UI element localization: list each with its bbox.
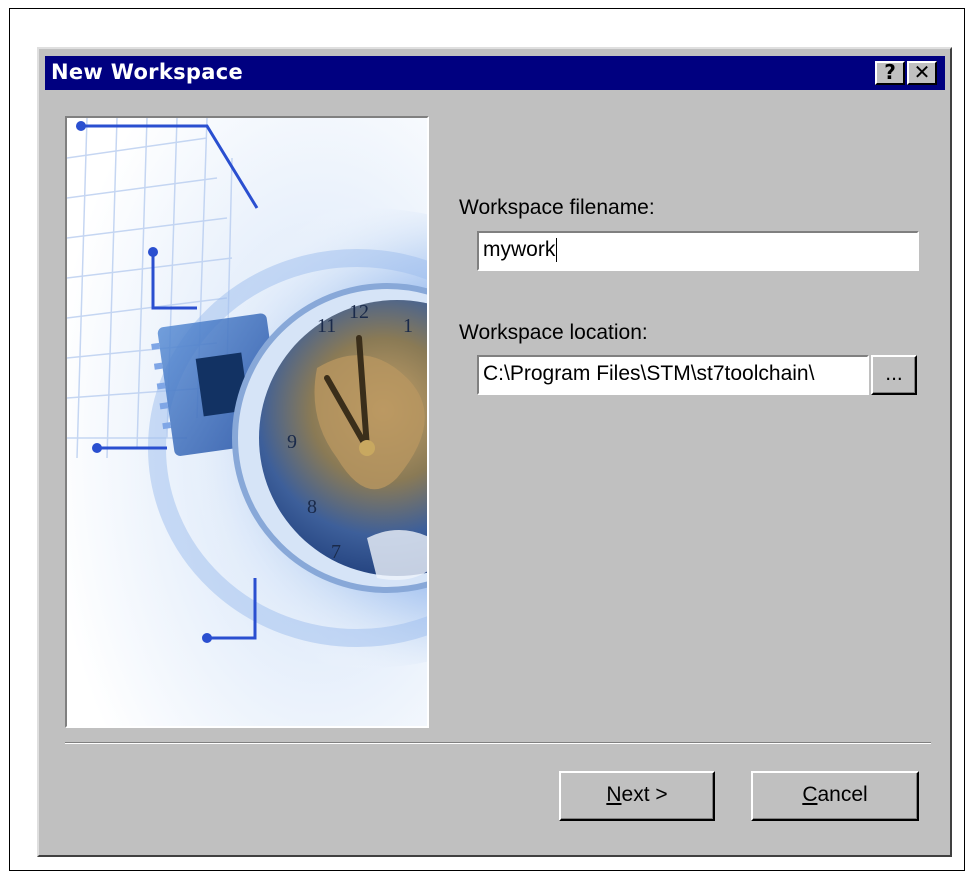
help-button[interactable]: ? xyxy=(875,61,905,85)
title-bar[interactable]: New Workspace ? ✕ xyxy=(45,56,945,90)
button-separator xyxy=(65,742,931,744)
location-label: Workspace location: xyxy=(459,321,648,344)
next-button[interactable]: Next > xyxy=(559,771,715,821)
next-mnemonic: N xyxy=(606,783,622,806)
svg-text:9: 9 xyxy=(287,431,297,453)
cancel-button[interactable]: Cancel xyxy=(751,771,919,821)
filename-label: Workspace filename: xyxy=(459,196,655,219)
svg-text:12: 12 xyxy=(349,301,369,323)
location-value: C:\Program Files\STM\st7toolchain\ xyxy=(483,362,815,385)
close-icon: ✕ xyxy=(913,60,931,84)
close-button[interactable]: ✕ xyxy=(907,61,937,85)
filename-input[interactable]: mywork xyxy=(477,231,919,271)
wizard-illustration-icon: 12 11 1 9 8 7 xyxy=(67,118,427,726)
browse-button[interactable]: ... xyxy=(871,355,917,395)
next-label: ext > xyxy=(621,783,668,806)
text-caret xyxy=(556,238,558,263)
cancel-label: ancel xyxy=(817,783,868,806)
browse-label: ... xyxy=(885,362,903,385)
wizard-illustration: 12 11 1 9 8 7 xyxy=(65,116,429,728)
filename-value: mywork xyxy=(483,238,556,261)
svg-text:7: 7 xyxy=(331,541,341,563)
svg-text:1: 1 xyxy=(403,315,413,337)
cancel-mnemonic: C xyxy=(802,783,818,806)
svg-text:8: 8 xyxy=(307,496,317,518)
dialog-title: New Workspace xyxy=(51,60,243,84)
question-icon: ? xyxy=(884,60,896,84)
svg-text:11: 11 xyxy=(317,315,336,337)
new-workspace-dialog: New Workspace ? ✕ 12 11 1 9 8 7 Workspac… xyxy=(37,47,952,857)
location-input[interactable]: C:\Program Files\STM\st7toolchain\ xyxy=(477,355,869,395)
